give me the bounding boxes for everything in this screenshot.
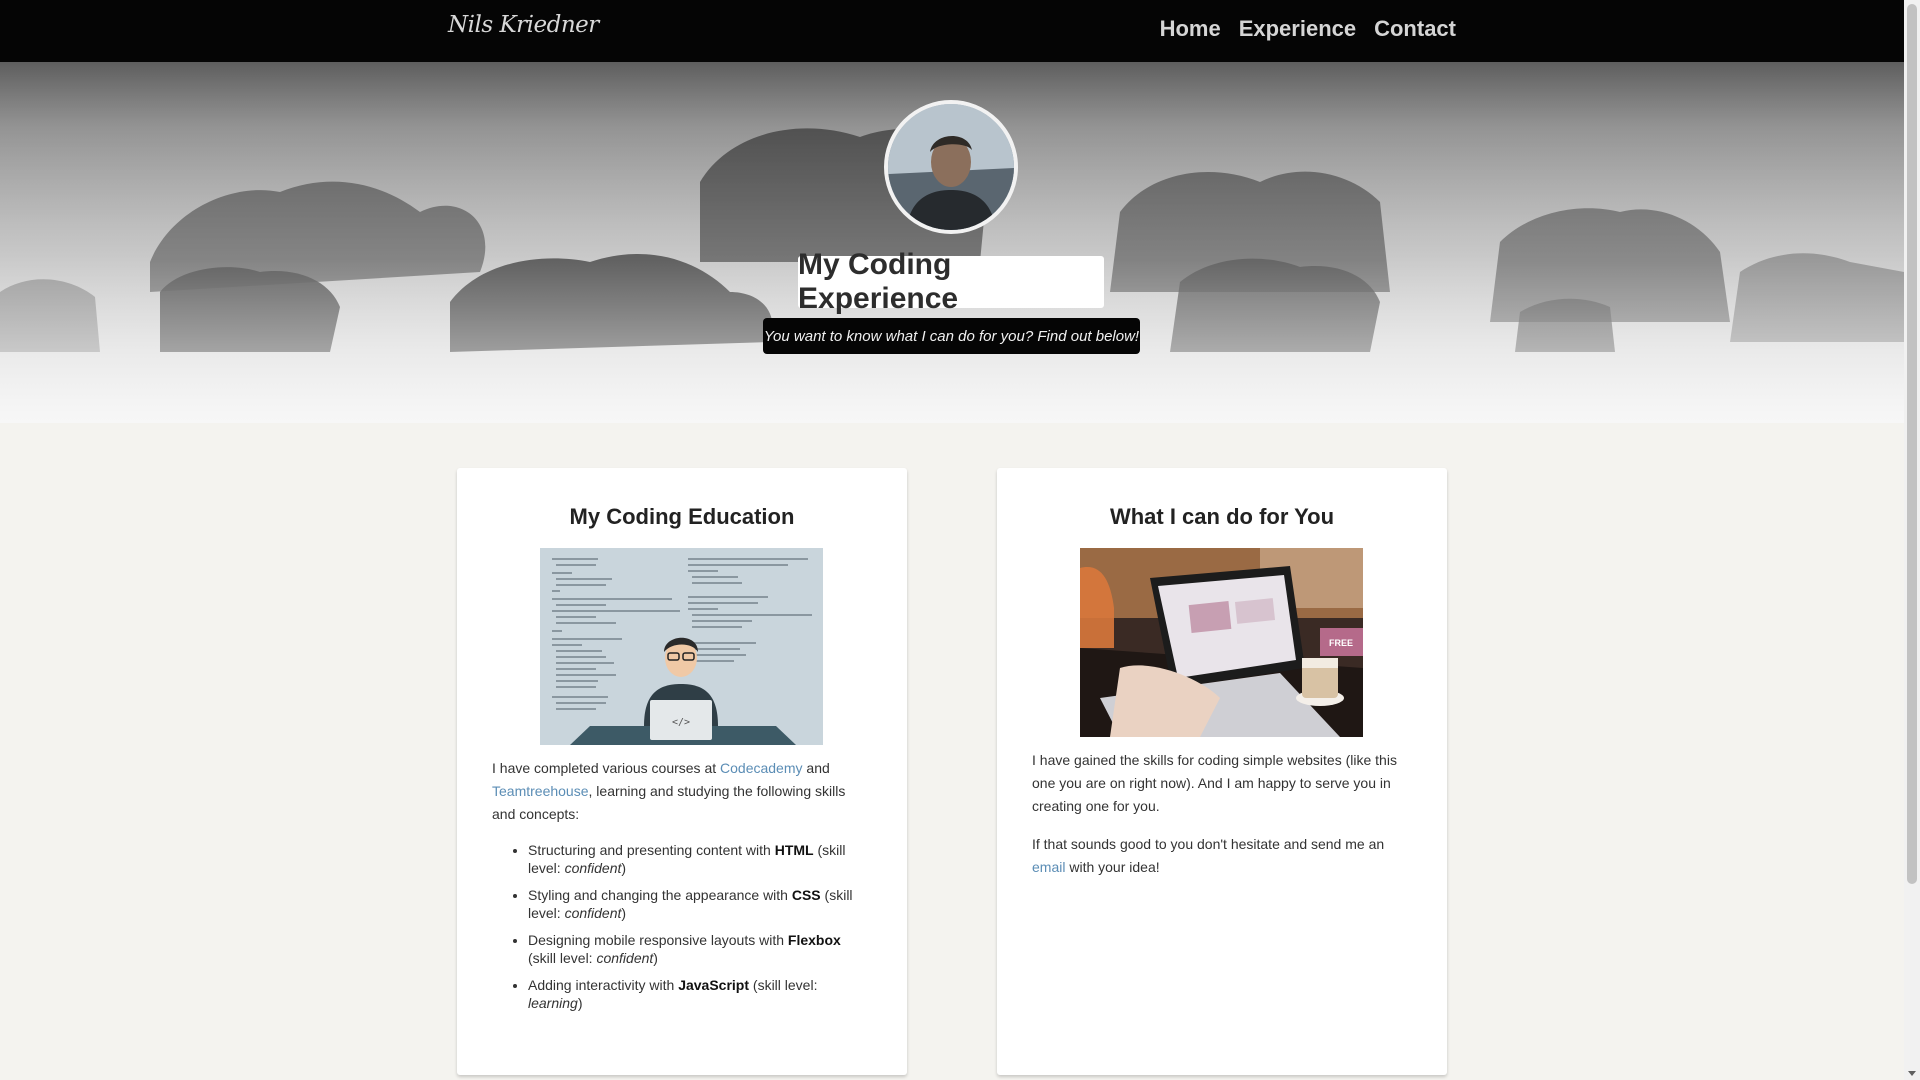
education-text: I have completed various courses at Code… <box>492 757 872 1021</box>
services-heading: What I can do for You <box>1109 504 1335 529</box>
services-text: I have gained the skills for coding simp… <box>1032 749 1412 894</box>
vertical-scrollbar[interactable] <box>1904 0 1920 1080</box>
services-paragraph-1: I have gained the skills for coding simp… <box>1032 752 1397 814</box>
nav-link-experience[interactable]: Experience <box>1239 16 1356 42</box>
email-link[interactable]: email <box>1032 859 1065 875</box>
profile-avatar <box>884 100 1018 234</box>
skill-item-html: Structuring and presenting content with … <box>528 841 872 877</box>
skill-item-javascript: Adding interactivity with JavaScript (sk… <box>528 976 872 1012</box>
education-heading: My Coding Education <box>569 504 795 529</box>
nav-link-contact[interactable]: Contact <box>1374 16 1456 42</box>
teamtreehouse-link[interactable]: Teamtreehouse <box>492 783 589 799</box>
profile-photo-image <box>888 104 1014 230</box>
free-badge: FREE <box>1329 638 1353 648</box>
coding-illustration-image: </> <box>540 548 823 745</box>
codecademy-link[interactable]: Codecademy <box>720 760 803 776</box>
services-paragraph-2: If that sounds good to you don't hesitat… <box>1032 836 1385 875</box>
brand-logo[interactable]: Nils Kriedner <box>448 12 599 38</box>
skills-list: Structuring and presenting content with … <box>528 841 872 1012</box>
laptop-cafe-image: FREE <box>1080 548 1363 737</box>
page-title: My Coding Experience <box>798 248 1104 315</box>
skill-item-css: Styling and changing the appearance with… <box>528 886 872 922</box>
top-navigation: Nils Kriedner Home Experience Contact <box>0 0 1904 62</box>
nav-link-home[interactable]: Home <box>1160 16 1221 42</box>
hero-subtitle: You want to know what I can do for you? … <box>763 318 1140 354</box>
scrollbar-thumb[interactable] <box>1907 4 1917 884</box>
page: Nils Kriedner Home Experience Contact My… <box>0 0 1904 1080</box>
hero-banner: My Coding Experience You want to know wh… <box>0 62 1904 423</box>
laptop-code-label: </> <box>672 717 690 728</box>
services-card: What I can do for You FREE I have gained… <box>997 468 1447 1075</box>
scroll-down-arrow-icon[interactable] <box>1908 1071 1916 1076</box>
education-intro: I have completed various courses at Code… <box>492 760 846 822</box>
skill-item-flexbox: Designing mobile responsive layouts with… <box>528 931 872 967</box>
nav-links: Home Experience Contact <box>1160 16 1456 42</box>
education-card: My Coding Education </> I have completed… <box>457 468 907 1075</box>
